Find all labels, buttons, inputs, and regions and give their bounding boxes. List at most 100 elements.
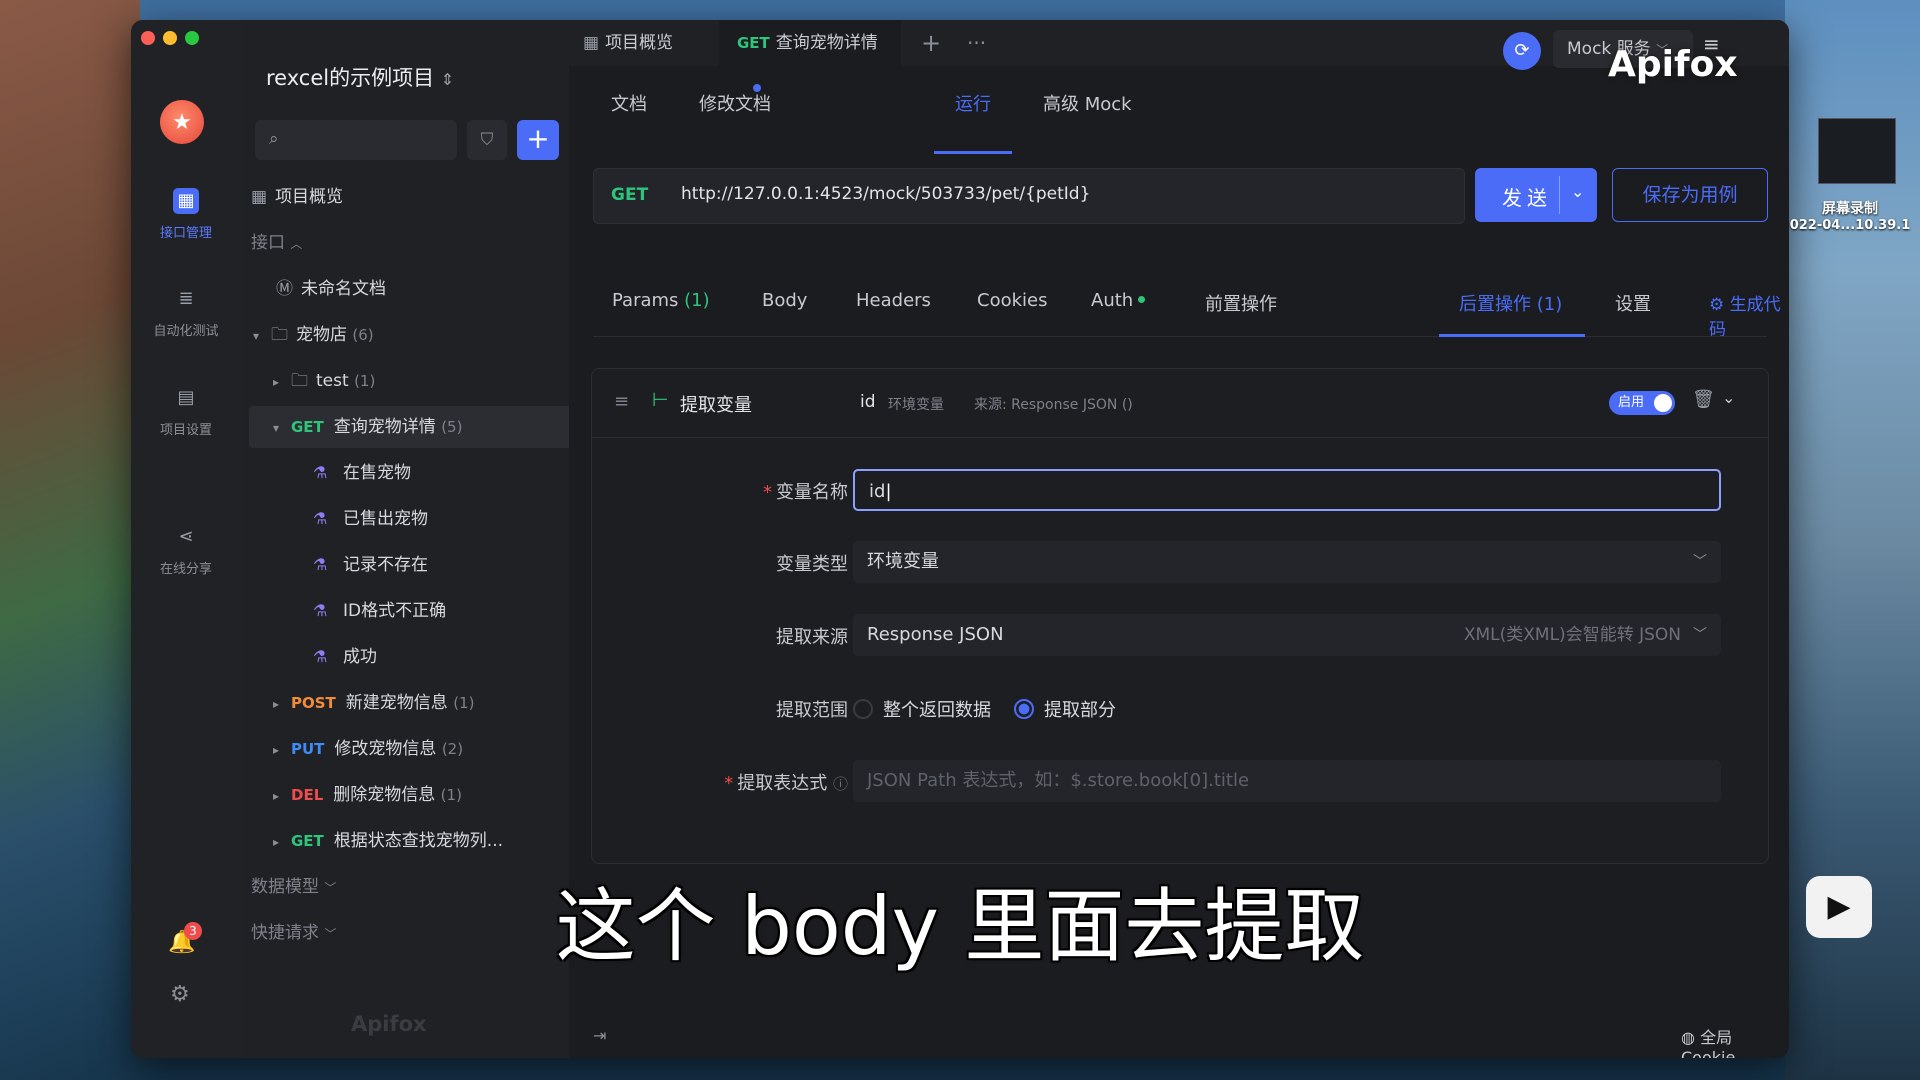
extract-variable-panel: ≡ ⊢ 提取变量 id 环境变量 来源: Response JSON () 启用… (591, 368, 1769, 864)
subnav-edit-doc[interactable]: 修改文档 (699, 90, 771, 116)
ptab-active-indicator (1439, 334, 1585, 337)
sidebar-item-get-pet-detail[interactable]: ▾ GET 查询宠物详情 (5) (249, 406, 585, 448)
subnav-run[interactable]: 运行 (955, 90, 991, 116)
tab-params[interactable]: Params (1) (612, 290, 710, 311)
calendar-icon: ▦ (173, 188, 199, 214)
project-title-text: rexcel的示例项目 (266, 66, 435, 90)
generate-code-button[interactable]: ⚙ 生成代码 (1709, 290, 1789, 340)
tab-method: GET (737, 34, 770, 52)
sidebar-item-get-find-by-status[interactable]: ▸ GET 根据状态查找宠物列... (241, 820, 601, 862)
tab-get-pet-detail[interactable]: GET 查询宠物详情 (719, 20, 901, 92)
tab-auth[interactable]: Auth (1091, 290, 1146, 311)
folder-pet-store[interactable]: ▾ 🗀 宠物店 (6) (241, 314, 581, 356)
tab-project-overview[interactable]: ▦ 项目概览 (583, 20, 713, 66)
api-name: 新建宠物信息 (345, 693, 448, 713)
rail-automation-test[interactable]: ≣ 自动化测试 (131, 286, 241, 339)
close-window-button[interactable] (141, 31, 155, 45)
sidebar-item-put-update-pet[interactable]: ▸ PUT 修改宠物信息 (2) (241, 728, 601, 770)
tab-cookies[interactable]: Cookies (977, 290, 1047, 311)
layers-icon: ≣ (178, 288, 194, 309)
code-icon: ⚙ (1709, 295, 1725, 315)
subnav-advanced-mock[interactable]: 高级 Mock (1043, 90, 1132, 116)
desktop-file-label: 屏幕录制 (1822, 201, 1878, 217)
label-var-type: 变量类型 (776, 554, 848, 575)
extract-expression-input[interactable]: JSON Path 表达式，如：$.store.book[0].title (853, 760, 1721, 802)
tab-label: 项目概览 (605, 33, 674, 53)
sidebar-item-unnamed-doc[interactable]: Ⓜ 未命名文档 (241, 268, 604, 310)
drag-handle-icon[interactable]: ≡ (614, 391, 629, 412)
sidebar-item-del-pet[interactable]: ▸ DEL 删除宠物信息 (1) (241, 774, 601, 816)
caret-right-icon: ▸ (273, 835, 280, 849)
tab-headers[interactable]: Headers (856, 290, 931, 311)
rail-api-management[interactable]: ▦ 接口管理 (131, 188, 241, 241)
trash-icon[interactable]: 🗑 (1692, 389, 1715, 410)
minimize-window-button[interactable] (163, 31, 177, 45)
api-name: 修改宠物信息 (334, 739, 437, 759)
caret-right-icon: ▸ (273, 697, 280, 711)
screen-recording-thumbnail[interactable] (1818, 118, 1896, 184)
enable-toggle[interactable]: 启用 (1609, 391, 1675, 415)
maximize-window-button[interactable] (185, 31, 199, 45)
radio-off-icon (853, 699, 873, 719)
sync-icon[interactable]: ⟳ (1503, 32, 1541, 70)
add-button[interactable]: + (517, 120, 559, 160)
api-count: (1) (440, 786, 462, 804)
rail-project-settings[interactable]: ▤ 项目设置 (131, 385, 241, 438)
summary-var-type: 环境变量 (888, 397, 944, 413)
global-cookie-button[interactable]: ◍ 全局 Cookie (1681, 1024, 1789, 1058)
collapse-sidebar-icon[interactable]: ⇥ (593, 1026, 606, 1045)
more-tabs-button[interactable]: ··· (967, 20, 986, 66)
tab-body[interactable]: Body (762, 290, 807, 311)
caret-right-icon: ▸ (273, 375, 280, 389)
radio-label: 整个返回数据 (883, 700, 991, 721)
grid-icon: ▦ (251, 187, 268, 207)
tab-settings[interactable]: 设置 (1615, 290, 1651, 316)
api-name: 查询宠物详情 (333, 417, 436, 437)
project-title[interactable]: rexcel的示例项目 ⇕ (266, 62, 454, 92)
tab-post-operations[interactable]: 后置操作 (1) (1459, 290, 1562, 316)
footer-logo: Apifox (351, 1012, 427, 1036)
case-label: 已售出宠物 (343, 509, 428, 529)
api-name: 根据状态查找宠物列... (333, 831, 504, 851)
var-name-input[interactable]: id| (853, 469, 1721, 511)
desktop-file-date: 022-04...10.39.1 (1789, 218, 1911, 233)
var-type-select[interactable]: 环境变量 ﹀ (853, 541, 1721, 583)
caret-right-icon: ▸ (273, 789, 280, 803)
help-icon[interactable]: ⓘ (833, 775, 848, 793)
chevron-down-icon[interactable]: ⌄ (1571, 182, 1584, 201)
tab-pre-operations[interactable]: 前置操作 (1205, 290, 1277, 316)
search-input[interactable]: ⌕ (255, 120, 457, 160)
rail-label: 项目设置 (159, 423, 212, 438)
url-input[interactable]: GET http://127.0.0.1:4523/mock/503733/pe… (593, 168, 1465, 224)
range-part-radio[interactable]: 提取部分 (1014, 696, 1116, 722)
panel-header[interactable]: ≡ ⊢ 提取变量 id 环境变量 来源: Response JSON () 启用… (592, 369, 1768, 438)
new-tab-button[interactable]: + (921, 20, 941, 66)
method-select[interactable]: GET (611, 185, 648, 205)
folder-icon: 🗀 (291, 371, 308, 391)
switch-project-icon: ⇕ (440, 70, 455, 89)
apifox-watermark: Apifox (1608, 44, 1738, 85)
folder-count: (1) (354, 372, 376, 390)
search-icon: ⌕ (269, 129, 279, 149)
send-button[interactable]: 发送 ⌄ (1475, 168, 1597, 222)
subnav-doc[interactable]: 文档 (611, 90, 647, 116)
sidebar-item-post-create-pet[interactable]: ▸ POST 新建宠物信息 (1) (241, 682, 601, 724)
filter-button[interactable]: ⛉ (467, 120, 507, 160)
field-value: id (869, 481, 886, 502)
button-divider (1559, 176, 1560, 214)
sidebar-section-api[interactable]: 接口 ︿ (241, 222, 579, 264)
sidebar-item-overview[interactable]: ▦ 项目概览 (241, 176, 579, 218)
folder-test[interactable]: ▸ 🗀 test (1) (241, 360, 601, 402)
chevron-down-icon[interactable]: ⌄ (1722, 388, 1735, 407)
flask-icon: ⚗ (313, 509, 328, 528)
extract-source-select[interactable]: Response JSON XML(类XML)会智能转 JSON ﹀ (853, 614, 1721, 656)
gear-icon[interactable]: ⚙ (170, 982, 190, 1007)
caret-down-icon: ▾ (253, 329, 260, 343)
label-extract-range: 提取范围 (776, 700, 848, 721)
rail-online-share[interactable]: ⋖ 在线分享 (131, 524, 241, 577)
save-as-case-button[interactable]: 保存为用例 (1612, 168, 1768, 222)
tab-label: 查询宠物详情 (775, 33, 878, 53)
summary-var: id (860, 392, 876, 412)
range-all-radio[interactable]: 整个返回数据 (853, 696, 991, 722)
rail-label: 自动化测试 (153, 324, 219, 339)
